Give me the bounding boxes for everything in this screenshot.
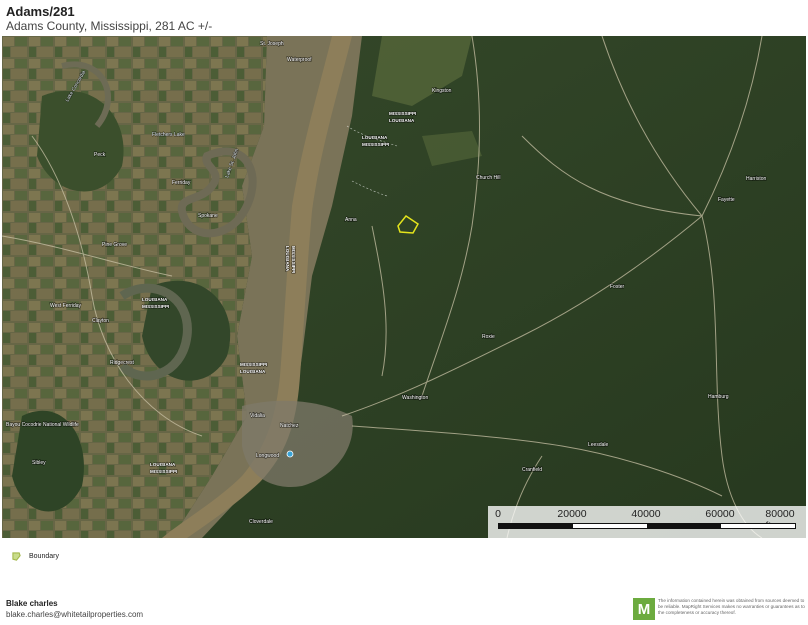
place-label: St. Joseph bbox=[260, 41, 284, 47]
map-legend: Boundary bbox=[12, 552, 59, 561]
state-label: MISSISSIPPI bbox=[240, 362, 267, 367]
place-label: Anna bbox=[345, 217, 357, 223]
state-label: MISSISSIPPI bbox=[142, 304, 169, 309]
legend-label: Boundary bbox=[29, 553, 59, 560]
place-label: Natchez bbox=[280, 423, 299, 429]
place-label: Church Hill bbox=[476, 175, 500, 181]
boundary-swatch-icon bbox=[12, 552, 21, 561]
place-label: Kingston bbox=[432, 88, 452, 94]
place-label: Ridgecrest bbox=[110, 360, 135, 366]
place-label: Harriston bbox=[746, 176, 767, 182]
mapright-logo-icon: M bbox=[633, 598, 655, 620]
scale-tick: 0 bbox=[495, 508, 501, 520]
state-label: MISSISSIPPI bbox=[389, 111, 416, 116]
state-label: LOUISIANA bbox=[150, 462, 176, 467]
scale-tick: 60000 bbox=[705, 508, 735, 520]
lake-label: Fletchers Lake bbox=[152, 132, 185, 138]
agent-name: Blake charles bbox=[6, 599, 58, 608]
state-label: MISSISSIPPI bbox=[362, 142, 389, 147]
place-label: Cloverdale bbox=[249, 519, 273, 525]
agent-email[interactable]: blake.charles@whitetailproperties.com bbox=[6, 610, 143, 619]
state-label: MISSISSIPPI bbox=[150, 469, 177, 474]
map-title: Adams/281 bbox=[6, 4, 75, 19]
place-label: Leesdale bbox=[588, 442, 609, 448]
place-label: Fayette bbox=[718, 197, 735, 203]
place-label: Waterproof bbox=[287, 57, 312, 63]
place-label: Cranfield bbox=[522, 467, 542, 473]
place-label: Bayou Cocodrie National Wildlife bbox=[6, 422, 79, 428]
place-label: Pine Grove bbox=[102, 242, 127, 248]
place-label: Hamburg bbox=[708, 394, 729, 400]
place-label: Washington bbox=[402, 395, 428, 401]
map-canvas[interactable]: Ferriday Vidalia Natchez Church Hill Fay… bbox=[2, 36, 806, 538]
place-label: Vidalia bbox=[250, 413, 265, 419]
state-label: LOUISIANA bbox=[389, 118, 415, 123]
place-label: Ferriday bbox=[172, 180, 191, 186]
satellite-map[interactable]: Ferriday Vidalia Natchez Church Hill Fay… bbox=[2, 36, 806, 538]
place-label: Roxie bbox=[482, 334, 495, 340]
place-label: Peck bbox=[94, 152, 106, 158]
place-label: Clayton bbox=[92, 318, 109, 324]
scale-bar: 0 20000 40000 60000 80000 ft bbox=[488, 506, 806, 538]
scale-bar-graphic bbox=[498, 523, 796, 529]
disclaimer: M The information contained herein was o… bbox=[633, 598, 808, 620]
state-label: LOUISIANA bbox=[240, 369, 266, 374]
place-label: Spokane bbox=[198, 213, 218, 219]
place-label: Longwood bbox=[256, 453, 279, 459]
scale-tick: 40000 bbox=[631, 508, 661, 520]
state-label: MISSISSIPPI bbox=[291, 246, 296, 273]
disclaimer-text: The information contained herein was obt… bbox=[658, 598, 805, 616]
state-label: LOUISIANA bbox=[362, 135, 388, 140]
map-subtitle: Adams County, Mississippi, 281 AC +/- bbox=[6, 19, 213, 33]
scale-tick: 20000 bbox=[557, 508, 587, 520]
place-label: West Ferriday bbox=[50, 303, 82, 309]
agent-contact: Blake charles blake.charles@whitetailpro… bbox=[6, 599, 143, 619]
state-label: LOUISIANA bbox=[142, 297, 168, 302]
state-label: LOUISIANA bbox=[285, 246, 290, 272]
place-label: Foster bbox=[610, 284, 625, 290]
place-label: Sibley bbox=[32, 460, 46, 466]
location-marker-icon[interactable] bbox=[286, 450, 294, 458]
